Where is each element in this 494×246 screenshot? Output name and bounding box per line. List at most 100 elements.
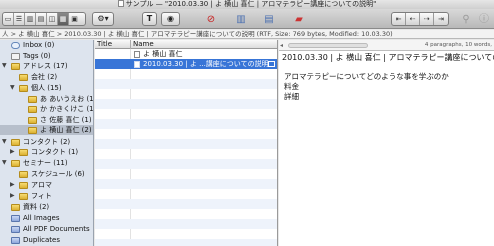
sidebar-item-materials[interactable]: 資料 (2) (0, 202, 93, 212)
sidebar-item-tags[interactable]: Tags (0) (0, 51, 93, 61)
back-first-icon[interactable]: ⇤ (392, 13, 406, 25)
sidebar-item-label: さ 佐藤 喜仁 (1) (40, 116, 92, 124)
gear-icon: ⚙▾ (97, 14, 109, 23)
font-button[interactable]: T (142, 12, 157, 26)
forward-icon[interactable]: ⇢ (420, 13, 434, 25)
sidebar-item-aroma[interactable]: ▶ アロマ (0, 180, 93, 190)
view-columns-icon[interactable]: ▥ (25, 13, 36, 25)
document-line[interactable]: アロマテラピーについてどのような事を学ぶのか (284, 72, 449, 81)
sidebar-item-label: All Images (23, 214, 60, 222)
scroll-left-icon[interactable]: ◂ (280, 40, 283, 51)
list-empty-row (95, 199, 277, 209)
list-empty-row (95, 109, 277, 119)
smart-group-icon (11, 226, 20, 233)
sidebar-item-label: セミナー (11) (23, 159, 68, 167)
disclosure-open-icon[interactable]: ▼ (10, 83, 15, 93)
list-empty-row (95, 89, 277, 99)
navigation-buttons[interactable]: ⇤ ⇠ ⇢ ⇥ (391, 12, 449, 26)
list-empty-row (95, 99, 277, 109)
preview-button[interactable]: ◉ (161, 12, 180, 26)
sidebar-item-yokoyama[interactable]: よ 横山 喜仁 (2) (0, 125, 93, 135)
document-icon (134, 51, 140, 58)
view-split-icon[interactable]: ▤ (36, 13, 47, 25)
sidebar-item-duplicates[interactable]: Duplicates (0, 235, 93, 245)
disclosure-open-icon[interactable]: ▼ (2, 137, 7, 147)
document-icon (134, 61, 140, 68)
list-item-selected[interactable]: 2010.03.30 | よ ...講座についての説明 (95, 59, 277, 69)
column-divider[interactable] (130, 40, 131, 49)
sidebar-item-schedule[interactable]: スケジュール (6) (0, 169, 93, 179)
horizontal-scrollbar[interactable] (288, 43, 368, 48)
list-empty-row (95, 239, 277, 246)
folder-icon (19, 149, 28, 156)
sidebar-item-all-images[interactable]: All Images (0, 213, 93, 223)
link-icon[interactable]: ⚲ (459, 13, 473, 26)
inbox-icon (11, 42, 20, 49)
sidebar: Inbox (0) Tags (0) ▼ アドレス (17) 会社 (2) ▼ … (0, 40, 94, 246)
sidebar-item-a[interactable]: あ あいうえお (1) (0, 94, 94, 104)
trash-icon[interactable]: ▥ (234, 13, 248, 26)
view-mode-selector[interactable]: ▭ ☰ ▥ ▤ ◫ ▦ ▣ (2, 12, 86, 26)
sidebar-item-label: コンタクト (2) (23, 138, 71, 146)
sidebar-item-phyto[interactable]: ▶ フィト (0, 191, 93, 201)
list-item[interactable]: よ 横山 喜仁 (95, 49, 277, 59)
sidebar-item-label: よ 横山 喜仁 (2) (40, 126, 92, 134)
list-empty-row (95, 159, 277, 169)
sidebar-item-all-pdf[interactable]: All PDF Documents (0, 224, 93, 234)
disclosure-closed-icon[interactable]: ▶ (10, 147, 15, 157)
sidebar-item-contact[interactable]: ▶ コンタクト (1) (0, 147, 93, 157)
document-info: 4 paragraphs, 10 words, (424, 42, 492, 48)
sidebar-item-label: 個人 (15) (31, 84, 62, 92)
folder-icon (19, 171, 28, 178)
list-item-name: よ 横山 喜仁 (143, 50, 183, 58)
document-heading[interactable]: 2010.03.30 | よ 横山 喜仁 | アロマテラピー講座についての説明 (282, 53, 494, 63)
list-empty-row (95, 219, 277, 229)
stop-icon[interactable]: ⊘ (204, 13, 218, 26)
sidebar-item-ka[interactable]: か かきくけこ (1) (0, 104, 93, 114)
sidebar-item-label: Tags (0) (23, 52, 51, 60)
column-header-title[interactable]: Title (97, 40, 112, 49)
tag-icon (11, 53, 20, 60)
window-title: サンプル — "2010.03.30 | よ 横山 喜仁 | アロマテラピー講座… (125, 0, 377, 8)
list-item-name: 2010.03.30 | よ ...講座についての説明 (143, 60, 269, 68)
info-icon[interactable]: ⓘ (477, 13, 491, 26)
list-empty-row (95, 169, 277, 179)
sidebar-item-sa[interactable]: さ 佐藤 喜仁 (1) (0, 115, 93, 125)
forward-last-icon[interactable]: ⇥ (434, 13, 448, 25)
disclosure-open-icon[interactable]: ▼ (2, 61, 7, 71)
disclosure-closed-icon[interactable]: ▶ (10, 191, 15, 201)
folder-icon (28, 117, 37, 124)
view-cover-icon[interactable]: ▣ (69, 13, 80, 25)
view-icon-view-icon[interactable]: ▭ (3, 13, 14, 25)
document-list: Title Name よ 横山 喜仁 2010.03.30 | よ ...講座に… (95, 40, 278, 246)
view-list-icon[interactable]: ☰ (14, 13, 25, 25)
folder-icon (28, 106, 37, 113)
sidebar-item-personal[interactable]: ▼ 個人 (15) (0, 83, 93, 93)
view-three-pane-icon[interactable]: ▦ (58, 13, 69, 25)
smart-group-icon (11, 215, 20, 222)
column-header-name[interactable]: Name (133, 40, 154, 49)
sidebar-item-label: スケジュール (6) (31, 170, 85, 178)
toolbar: ▭ ☰ ▥ ▤ ◫ ▦ ▣ ⚙▾ T ◉ ⊘ ▥ ▤ ▰ ⇤ ⇠ ⇢ ⇥ ⚲ ⓘ (0, 9, 494, 29)
sidebar-item-label: アドレス (17) (23, 62, 68, 70)
sidebar-item-address[interactable]: ▼ アドレス (17) (0, 61, 93, 71)
action-menu-button[interactable]: ⚙▾ (92, 12, 114, 26)
sidebar-item-seminar[interactable]: ▼ セミナー (11) (0, 158, 93, 168)
sidebar-item-inbox[interactable]: Inbox (0) (0, 40, 93, 50)
back-icon[interactable]: ⇠ (406, 13, 420, 25)
document-line[interactable]: 料金 (284, 82, 299, 91)
list-empty-row (95, 149, 277, 159)
folder-icon (11, 160, 20, 167)
folder-icon (11, 204, 20, 211)
save-icon[interactable]: ▤ (262, 13, 276, 26)
disclosure-closed-icon[interactable]: ▶ (10, 180, 15, 190)
sidebar-item-contact-group[interactable]: ▼ コンタクト (2) (0, 137, 93, 147)
sidebar-item-company[interactable]: 会社 (2) (0, 72, 93, 82)
sidebar-item-label: あ あいうえお (1) (40, 95, 94, 103)
list-empty-row (95, 119, 277, 129)
document-line[interactable]: 詳細 (284, 92, 299, 101)
folder-icon (28, 127, 37, 134)
lock-icon[interactable]: ▰ (292, 13, 306, 26)
view-vertical-split-icon[interactable]: ◫ (47, 13, 58, 25)
disclosure-open-icon[interactable]: ▼ (2, 158, 7, 168)
